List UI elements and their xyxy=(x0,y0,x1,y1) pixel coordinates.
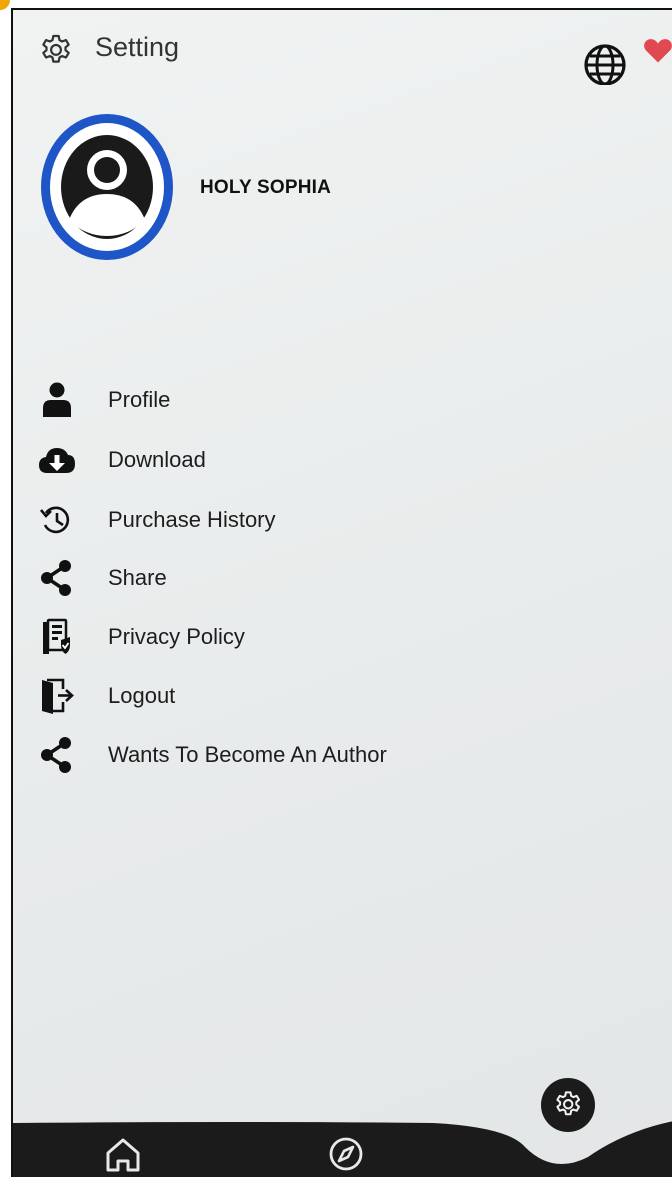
menu-item-download[interactable]: Download xyxy=(13,435,672,483)
menu-item-privacy-policy[interactable]: Privacy Policy xyxy=(13,612,672,660)
menu-item-profile[interactable]: Profile xyxy=(13,375,672,423)
nav-settings-button[interactable] xyxy=(540,1077,596,1133)
menu-item-label: Privacy Policy xyxy=(108,624,245,649)
user-icon xyxy=(43,382,71,417)
menu-item-label: Share xyxy=(108,565,167,590)
logout-icon xyxy=(42,678,74,714)
menu-item-become-author[interactable]: Wants To Become An Author xyxy=(13,730,672,778)
history-icon xyxy=(40,506,70,534)
page-title: Setting xyxy=(95,32,180,62)
language-globe-icon[interactable] xyxy=(581,37,635,85)
gear-icon xyxy=(42,34,70,63)
cloud-download-icon xyxy=(39,448,75,473)
gear-icon xyxy=(541,1078,595,1132)
top-bar: Setting xyxy=(13,10,672,90)
settings-screen: Setting HOLY SOPHIA Profile Download Pur… xyxy=(11,8,672,1177)
menu-item-label: Wants To Become An Author xyxy=(108,742,387,767)
menu-item-label: Purchase History xyxy=(108,507,276,532)
menu-item-label: Download xyxy=(108,447,206,472)
menu-item-share[interactable]: Share xyxy=(13,553,672,601)
menu-item-logout[interactable]: Logout xyxy=(13,671,672,719)
home-icon[interactable] xyxy=(103,1135,143,1173)
menu-item-purchase-history[interactable]: Purchase History xyxy=(13,495,672,543)
menu-item-label: Logout xyxy=(108,683,176,708)
privacy-policy-icon xyxy=(43,618,70,654)
menu-item-label: Profile xyxy=(108,387,171,412)
share-icon xyxy=(41,737,71,773)
avatar[interactable] xyxy=(39,112,175,262)
profile-name: HOLY SOPHIA xyxy=(200,177,332,198)
bottom-navigation xyxy=(13,1057,672,1177)
status-indicator-dot xyxy=(0,0,10,10)
compass-icon[interactable] xyxy=(326,1135,366,1173)
share-icon xyxy=(41,560,71,596)
favorite-heart-icon[interactable] xyxy=(643,36,672,64)
